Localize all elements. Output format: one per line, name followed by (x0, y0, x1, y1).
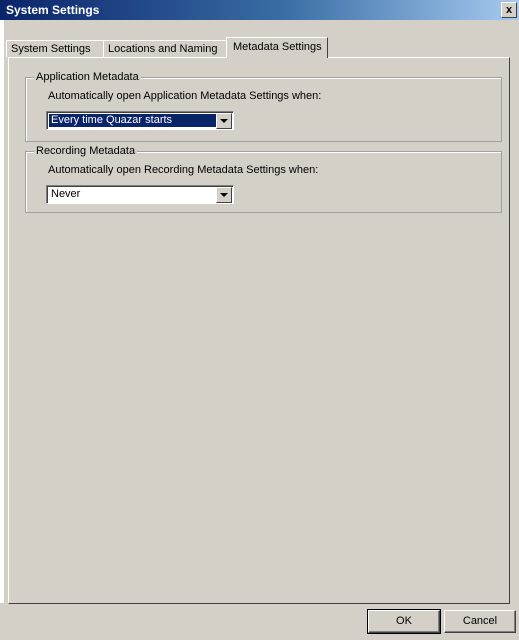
cancel-button[interactable]: Cancel (444, 610, 516, 633)
application-metadata-label: Automatically open Application Metadata … (48, 90, 322, 102)
recording-metadata-dropdown[interactable]: Never (46, 185, 234, 204)
chevron-down-icon (220, 193, 228, 197)
tab-metadata-settings[interactable]: Metadata Settings (226, 37, 328, 58)
tab-label: Metadata Settings (233, 41, 322, 53)
dropdown-button[interactable] (216, 187, 232, 203)
recording-metadata-legend: Recording Metadata (34, 145, 138, 158)
tab-label: System Settings (11, 43, 91, 55)
application-metadata-group: Application Metadata Automatically open … (25, 71, 502, 142)
system-settings-window: System Settings x System Settings Locati… (0, 0, 519, 640)
ok-button[interactable]: OK (367, 609, 441, 634)
close-button[interactable]: x (501, 2, 517, 18)
dropdown-button[interactable] (216, 113, 232, 129)
recording-metadata-label: Automatically open Recording Metadata Se… (48, 164, 319, 176)
close-icon: x (505, 4, 513, 16)
window-left-edge (0, 20, 4, 640)
window-title: System Settings (6, 3, 100, 17)
tab-locations-and-naming[interactable]: Locations and Naming (103, 40, 228, 57)
chevron-down-icon (220, 119, 228, 123)
application-metadata-dropdown[interactable]: Every time Quazar starts (46, 111, 234, 130)
title-bar[interactable]: System Settings x (0, 0, 519, 20)
dialog-button-bar (0, 603, 519, 640)
tab-system-settings[interactable]: System Settings (6, 40, 104, 57)
application-metadata-legend: Application Metadata (34, 71, 141, 84)
tab-label: Locations and Naming (108, 43, 218, 55)
application-metadata-selected-value: Every time Quazar starts (49, 114, 216, 127)
recording-metadata-selected-value: Never (51, 188, 81, 200)
